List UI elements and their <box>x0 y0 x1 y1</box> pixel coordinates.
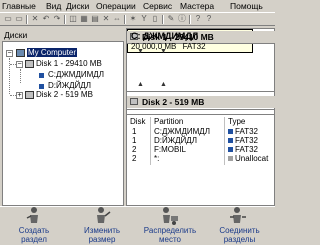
back-icon[interactable]: ↶ <box>41 14 51 24</box>
fs-color-icon <box>228 129 233 134</box>
col-disk-header[interactable]: Disk <box>130 117 146 126</box>
col-partition-header[interactable]: Partition <box>154 117 183 126</box>
toolbar-separator <box>162 15 164 24</box>
disk-map-panel: Disk 1 - 29410 MB ▼ ▼ C: ДЖМДИМДЛ 20 000… <box>126 28 275 206</box>
row-1-disk: 1 <box>132 127 137 136</box>
menu-disks[interactable]: Диски <box>66 1 89 11</box>
row-2-partition[interactable]: D:ЙЖДЙДЛ <box>154 136 197 145</box>
col-separator <box>224 117 225 165</box>
collapse-icon[interactable]: − <box>6 50 13 57</box>
menu-help[interactable]: Помощь <box>230 1 263 11</box>
create-partition-label-1: Создать <box>18 226 50 235</box>
menu-service[interactable]: Сервис <box>143 1 172 11</box>
row-1-partition[interactable]: C:ДЖМДИМДЛ <box>154 127 210 136</box>
resize-partition-icon <box>97 207 111 223</box>
col-type-header[interactable]: Type <box>228 117 245 126</box>
redistribute-space-button[interactable]: Распределить место <box>136 207 204 245</box>
redistribute-space-icon <box>163 207 178 225</box>
create-partition-button[interactable]: Создать раздел <box>0 207 68 245</box>
divider <box>127 91 275 92</box>
info-icon[interactable]: ⓘ <box>177 14 187 24</box>
wizard-icon[interactable]: ✶ <box>128 14 138 24</box>
merge-partitions-icon <box>230 207 246 223</box>
divider <box>127 114 275 115</box>
toolbar-separator <box>124 15 126 24</box>
resize-icon[interactable]: ⇔ <box>112 14 122 24</box>
tree-disk-1[interactable]: Disk 1 - 29410 MB <box>36 59 102 68</box>
collapse-icon[interactable]: − <box>16 61 23 68</box>
partition-c-size: 20 000,0 MB <box>131 42 177 51</box>
view-icon[interactable]: ◫ <box>68 14 78 24</box>
properties-icon[interactable]: ▯ <box>150 14 160 24</box>
partition-icon <box>39 84 44 89</box>
partition-c-info: 20 000,0 MB FAT32 <box>131 42 206 51</box>
row-4-type: Unallocat <box>235 154 269 163</box>
tree-partition-c[interactable]: C:ДЖМДИМДЛ <box>48 70 104 79</box>
list-icon[interactable]: ▤ <box>90 14 100 24</box>
toolbar-separator <box>189 15 191 24</box>
disks-panel-title: Диски <box>4 30 28 40</box>
expand-icon[interactable]: + <box>16 92 23 99</box>
grid-icon[interactable]: ▦ <box>79 14 89 24</box>
partition-c-fs: FAT32 <box>182 42 206 51</box>
row-4-disk: 2 <box>132 154 137 163</box>
toolbar: ▭ ▭ ✕ ↶ ↷ ◫ ▦ ▤ ✕ ⇔ ✶ Y ▯ ✎ ⓘ ? ? <box>0 12 275 26</box>
resize-partition-button[interactable]: Изменить размер <box>68 207 136 245</box>
disk-2-header-label: Disk 2 - 519 MB <box>142 97 205 107</box>
create-partition-icon <box>26 207 38 223</box>
menu-operations[interactable]: Операции <box>96 1 136 11</box>
row-3-type: FAT32 <box>235 145 258 154</box>
help-icon[interactable]: ? <box>193 14 203 24</box>
context-help-icon[interactable]: ? <box>204 14 214 24</box>
create-partition-label-2: раздел <box>21 235 47 244</box>
row-3-partition[interactable]: F:MOBIL <box>154 145 186 154</box>
menu-wizards[interactable]: Мастера <box>180 1 214 11</box>
tool-icon[interactable]: ✎ <box>166 14 176 24</box>
menu-bar: Главные Вид Диски Операции Сервис Мастер… <box>0 0 275 12</box>
merge-partitions-label-2: разделы <box>223 235 256 244</box>
apply-icon[interactable]: ▭ <box>3 14 13 24</box>
tree-root[interactable]: My Computer <box>27 48 78 57</box>
fs-color-icon <box>228 138 233 143</box>
menu-main[interactable]: Главные <box>2 1 36 11</box>
partition-c-label: C: ДЖМДИМДЛ <box>131 31 199 41</box>
pin-icon: ▲ <box>160 81 167 88</box>
actions-bar: Создать раздел Изменить размер Распредел… <box>0 206 275 245</box>
row-4-partition[interactable]: *: <box>154 154 159 163</box>
disk-icon <box>130 98 138 105</box>
tree-line <box>20 69 21 83</box>
fs-color-icon <box>228 147 233 152</box>
merge-partitions-label-1: Соединить <box>219 226 260 235</box>
unallocated-color-icon <box>228 156 233 161</box>
divider <box>127 109 275 110</box>
computer-icon <box>16 49 25 57</box>
tree-disk-2[interactable]: Disk 2 - 519 MB <box>36 90 93 99</box>
row-2-disk: 1 <box>132 136 137 145</box>
resize-partition-label-1: Изменить <box>83 226 121 235</box>
filter-icon[interactable]: Y <box>139 14 149 24</box>
redistribute-space-label-1: Распределить <box>143 226 197 235</box>
pin-icon: ▲ <box>137 81 144 88</box>
disks-panel-header: Диски <box>2 29 124 40</box>
forward-icon[interactable]: ↷ <box>52 14 62 24</box>
disk-2-header[interactable]: Disk 2 - 519 MB <box>127 96 275 108</box>
disk-tree[interactable]: − My Computer − Disk 1 - 29410 MB C:ДЖМД… <box>2 41 124 206</box>
row-1-type: FAT32 <box>235 127 258 136</box>
toolbar-separator <box>64 15 66 24</box>
resize-partition-label-2: размер <box>88 235 116 244</box>
menu-view[interactable]: Вид <box>46 1 61 11</box>
undo-icon[interactable]: ▭ <box>14 14 24 24</box>
row-2-type: FAT32 <box>235 136 258 145</box>
delete-icon[interactable]: ✕ <box>101 14 111 24</box>
partition-icon <box>39 73 44 78</box>
tree-partition-d[interactable]: D:ЙЖДЙДЛ <box>48 81 91 90</box>
redistribute-space-label-2: место <box>159 235 181 244</box>
disk-icon <box>25 60 34 68</box>
col-separator <box>150 117 151 165</box>
toolbar-separator <box>26 15 28 24</box>
merge-partitions-button[interactable]: Соединить разделы <box>204 207 275 245</box>
row-3-disk: 2 <box>132 145 137 154</box>
disk-icon <box>25 91 34 99</box>
cancel-icon[interactable]: ✕ <box>30 14 40 24</box>
